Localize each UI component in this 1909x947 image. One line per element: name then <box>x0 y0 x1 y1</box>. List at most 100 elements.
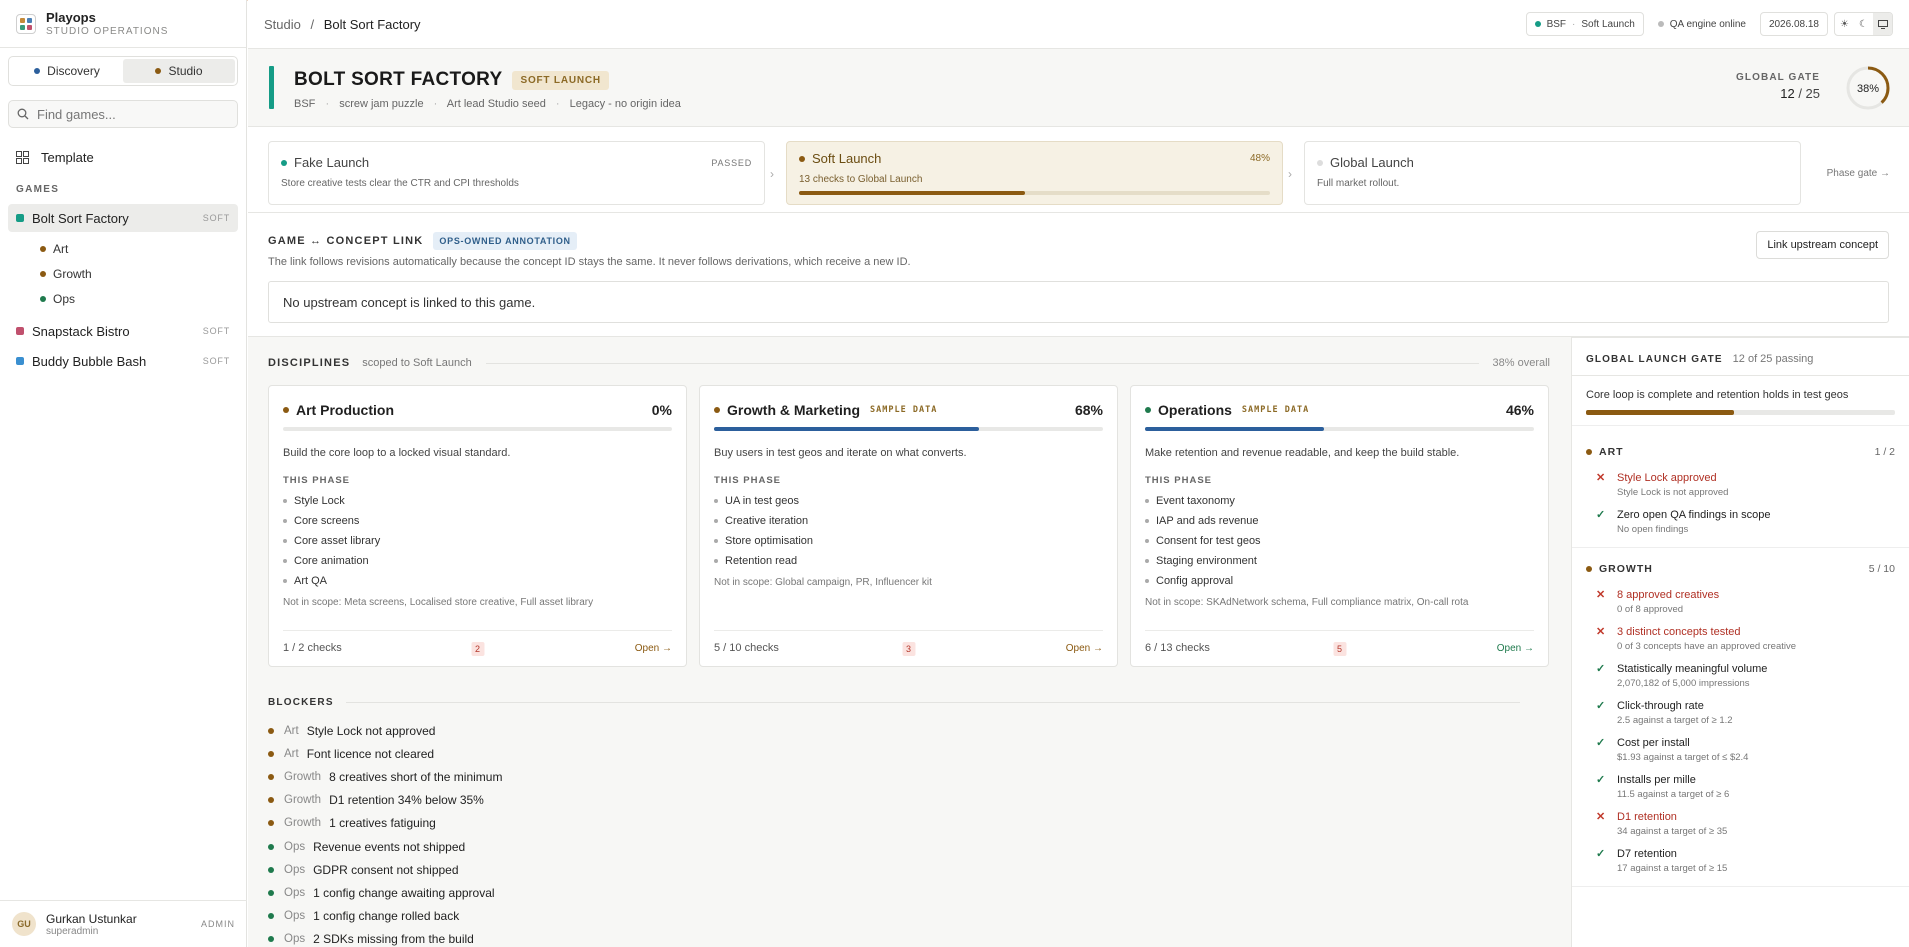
discipline-percent: 68% <box>1074 402 1103 418</box>
phase-fake-launch[interactable]: Fake Launch PASSED Store creative tests c… <box>268 141 765 205</box>
blocker-item[interactable]: Art Style Lock not approved <box>268 719 502 742</box>
mode-discovery[interactable]: Discovery <box>11 59 123 83</box>
separator-dot: · <box>1572 18 1576 30</box>
blocker-discipline: Growth <box>284 817 322 830</box>
game-phase-pill[interactable]: BSF · Soft Launch <box>1525 12 1644 36</box>
blocker-item[interactable]: Art Font licence not cleared <box>268 742 502 765</box>
gate-group-header[interactable]: ART 1 / 2 <box>1572 443 1909 461</box>
link-upstream-concept-button[interactable]: Link upstream concept <box>1756 231 1889 259</box>
discovery-dot-icon <box>34 68 41 74</box>
discipline-progress <box>1145 427 1534 431</box>
blocker-item[interactable]: Ops GDPR consent not shipped <box>268 858 502 881</box>
open-discipline-link[interactable]: Open → <box>1066 643 1103 654</box>
phase-item: Store optimisation <box>714 531 1103 551</box>
blocker-count-badge: 3 <box>901 642 916 656</box>
ops-owned-badge: OPS-OWNED ANNOTATION <box>433 232 577 250</box>
open-discipline-link[interactable]: Open → <box>635 643 672 654</box>
sidebar-item-template[interactable]: Template <box>16 150 230 165</box>
blocker-discipline: Art <box>284 747 299 760</box>
brand: Playops STUDIO OPERATIONS <box>0 0 246 48</box>
art-dot-icon <box>283 407 289 413</box>
blocker-item[interactable]: Ops 1 config change rolled back <box>268 905 502 928</box>
cross-icon: ✕ <box>1596 811 1606 823</box>
phase-global-launch[interactable]: Global Launch Full market rollout. <box>1304 141 1801 205</box>
qa-status: QA engine online <box>1650 12 1754 36</box>
phase-gate-link[interactable]: Phase gate → <box>1827 168 1890 179</box>
mode-switch: Discovery Studio <box>8 56 238 86</box>
blocker-discipline: Ops <box>284 840 306 853</box>
gate-check[interactable]: ✓ D7 retention 17 against a target of ≥ 15 <box>1572 847 1909 874</box>
discipline-name: Growth & Marketing <box>727 402 861 418</box>
phase-desc: Full market rollout. <box>1317 178 1400 189</box>
blocker-item[interactable]: Growth 8 creatives short of the minimum <box>268 765 502 788</box>
launch-gate-panel: GLOBAL LAUNCH GATE 12 of 25 passing Core… <box>1571 337 1909 947</box>
gate-check[interactable]: ✓ Zero open QA findings in scope No open f… <box>1572 508 1909 535</box>
gate-check[interactable]: ✓ Installs per mille 11.5 against a target… <box>1572 773 1909 800</box>
disciplines-overall: 38% overall <box>1492 357 1550 369</box>
subitem-label: Art <box>53 241 69 256</box>
phase-item: IAP and ads revenue <box>1145 511 1534 531</box>
launch-gate-progress <box>1586 410 1895 415</box>
moon-icon[interactable]: ☾ <box>1854 13 1873 35</box>
gate-check[interactable]: ✕ Style Lock approved Style Lock is not ap… <box>1572 471 1909 498</box>
game-name: Bolt Sort Factory <box>32 210 129 226</box>
phase-progress <box>799 191 1270 195</box>
avatar: GU <box>12 912 36 936</box>
breadcrumb-studio[interactable]: Studio <box>264 17 301 32</box>
gate-check[interactable]: ✕ D1 retention 34 against a target of ≥ 35 <box>1572 810 1909 837</box>
blocker-item[interactable]: Growth D1 retention 34% below 35% <box>268 789 502 812</box>
blocker-text: Style Lock not approved <box>306 723 436 738</box>
gate-check[interactable]: ✓ Statistically meaningful volume 2,070,18… <box>1572 662 1909 689</box>
gate-check[interactable]: ✓ Click-through rate 2.5 against a target … <box>1572 699 1909 726</box>
check-icon: ✓ <box>1596 509 1606 521</box>
blocker-dot-icon <box>268 866 274 873</box>
blocker-item[interactable]: Ops 1 config change awaiting approval <box>268 881 502 904</box>
game-color-icon <box>16 357 24 365</box>
disciplines-title: DISCIPLINES <box>268 357 351 369</box>
concept-empty-state: No upstream concept is linked to this ga… <box>268 281 1889 323</box>
discipline-desc: Buy users in test geos and iterate on wh… <box>714 447 967 459</box>
phase-item: Core animation <box>283 551 672 571</box>
phase-soft-launch[interactable]: Soft Launch 48% 13 checks to Global Launc… <box>786 141 1283 205</box>
gate-group-header[interactable]: GROWTH 5 / 10 <box>1572 560 1909 578</box>
concept-link-title: GAME ↔ CONCEPT LINK <box>268 235 424 247</box>
game-name: Snapstack Bistro <box>32 323 130 339</box>
not-in-scope: Not in scope: Meta screens, Localised st… <box>283 597 594 608</box>
user-profile[interactable]: GU Gurkan Ustunkar superadmin ADMIN <box>0 900 247 947</box>
ops-dot-icon <box>1145 407 1151 413</box>
blocker-item[interactable]: Ops Revenue events not shipped <box>268 835 502 858</box>
topbar-right: BSF · Soft Launch QA engine online 2026.… <box>1525 12 1893 36</box>
sidebar-game-buddy-bubble-bash[interactable]: Buddy Bubble Bash SOFT <box>8 347 238 375</box>
phase-status: 48% <box>1249 153 1270 164</box>
gate-check[interactable]: ✓ Cost per install $1.93 against a target … <box>1572 736 1909 763</box>
gate-check[interactable]: ✕ 3 distinct concepts tested 0 of 3 concep… <box>1572 625 1909 652</box>
user-name: Gurkan Ustunkar <box>46 911 137 926</box>
sidebar-subitem-ops[interactable]: Ops <box>40 286 246 311</box>
discipline-desc: Build the core loop to a locked visual s… <box>283 447 511 459</box>
blocker-item[interactable]: Ops 2 SDKs missing from the build <box>268 928 502 947</box>
growth-dot-icon <box>40 270 46 277</box>
gate-group-name: ART <box>1599 446 1624 458</box>
sidebar-item-label: Template <box>41 150 94 165</box>
checks-count: 5 / 10 checks <box>714 642 779 654</box>
mode-studio[interactable]: Studio <box>123 59 235 83</box>
sidebar-game-bolt-sort-factory[interactable]: Bolt Sort Factory SOFT <box>8 204 238 232</box>
divider <box>1572 547 1909 548</box>
launch-gate-summary: 12 of 25 passing <box>1732 353 1814 365</box>
blocker-dot-icon <box>268 889 274 896</box>
gate-check[interactable]: ✕ 8 approved creatives 0 of 8 approved <box>1572 588 1909 615</box>
checks-count: 1 / 2 checks <box>283 642 342 654</box>
search-input[interactable]: Find games... <box>8 100 238 128</box>
sidebar-subitem-art[interactable]: Art <box>40 236 246 261</box>
not-in-scope: Not in scope: SKAdNetwork schema, Full c… <box>1145 597 1469 608</box>
global-gate-ring: 38% <box>1846 66 1890 110</box>
sun-icon[interactable]: ☀ <box>1835 13 1854 35</box>
phase-item: Staging environment <box>1145 551 1534 571</box>
open-discipline-link[interactable]: Open → <box>1497 643 1534 654</box>
sidebar-game-snapstack-bistro[interactable]: Snapstack Bistro SOFT <box>8 317 238 345</box>
concept-link-section: GAME ↔ CONCEPT LINK OPS-OWNED ANNOTATION… <box>248 213 1909 337</box>
monitor-icon[interactable] <box>1873 13 1892 35</box>
sidebar-subitem-growth[interactable]: Growth <box>40 261 246 286</box>
blocker-item[interactable]: Growth 1 creatives fatiguing <box>268 812 502 835</box>
gate-check-detail: 2,070,182 of 5,000 impressions <box>1617 678 1750 689</box>
